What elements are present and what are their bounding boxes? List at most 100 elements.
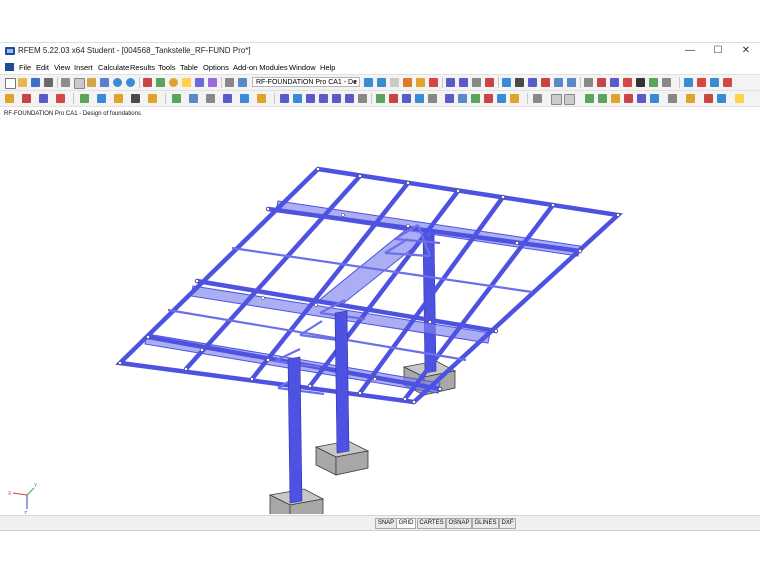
- menu-tools[interactable]: Tools: [158, 63, 176, 72]
- previous-icon[interactable]: [364, 78, 373, 87]
- move-icon[interactable]: [471, 94, 480, 103]
- export-icon[interactable]: [697, 78, 706, 87]
- save-icon[interactable]: [31, 78, 40, 87]
- structure-model[interactable]: .mem { stroke:#4e52e0; stroke-width:4.5;…: [0, 110, 760, 525]
- load-case-icon[interactable]: [97, 94, 106, 103]
- member-load-icon[interactable]: [114, 94, 123, 103]
- rotate-icon[interactable]: [528, 78, 537, 87]
- beam-bands[interactable]: [144, 200, 581, 394]
- menu-window[interactable]: Window: [289, 63, 316, 72]
- view-y-icon[interactable]: [567, 78, 576, 87]
- dimension-icon[interactable]: [257, 94, 266, 103]
- snap-icon[interactable]: [293, 94, 302, 103]
- member-icon[interactable]: [446, 78, 455, 87]
- graphic-icon-5[interactable]: [637, 94, 646, 103]
- undo-icon[interactable]: [113, 78, 122, 87]
- rotate-structure-icon[interactable]: [497, 94, 506, 103]
- print-icon[interactable]: [44, 78, 53, 87]
- menu-insert[interactable]: Insert: [74, 63, 93, 72]
- grid-icon[interactable]: [172, 94, 181, 103]
- column-1[interactable]: [287, 356, 303, 504]
- values-icon[interactable]: [416, 78, 425, 87]
- dxf-toggle[interactable]: DXF: [499, 518, 516, 529]
- structure-icon-1[interactable]: [306, 94, 315, 103]
- solid-view-icon[interactable]: [428, 94, 437, 103]
- osnap-toggle[interactable]: OSNAP: [446, 518, 472, 529]
- new-file-icon[interactable]: [5, 78, 16, 89]
- graphic-icon-6[interactable]: [650, 94, 659, 103]
- table-icon[interactable]: [225, 78, 234, 87]
- render-model-icon[interactable]: [376, 94, 385, 103]
- menu-add-on-modules[interactable]: Add-on Modules: [233, 63, 288, 72]
- warning-icon[interactable]: [597, 78, 606, 87]
- report-icon[interactable]: [208, 78, 217, 87]
- view-x-icon[interactable]: [554, 78, 563, 87]
- structure-icon-3[interactable]: [332, 94, 341, 103]
- layer-icon[interactable]: [189, 94, 198, 103]
- display-results-icon[interactable]: [403, 78, 412, 87]
- panel-icon[interactable]: [564, 94, 575, 105]
- graphic-icon-10[interactable]: [717, 94, 726, 103]
- cut-icon[interactable]: [61, 78, 70, 87]
- minimize-button[interactable]: —: [676, 43, 704, 59]
- print-graphic-icon[interactable]: [684, 78, 693, 87]
- light-bulb-icon[interactable]: [182, 78, 191, 87]
- load-icon[interactable]: [80, 94, 89, 103]
- copy-structure-icon[interactable]: [484, 94, 493, 103]
- result-view-icon[interactable]: [389, 94, 398, 103]
- align-icon[interactable]: [445, 94, 454, 103]
- graphic-icon-7[interactable]: [668, 94, 677, 103]
- surface-view-icon[interactable]: [415, 94, 424, 103]
- zoom-icon[interactable]: [502, 78, 511, 87]
- window-icon[interactable]: [551, 94, 562, 105]
- measure-icon[interactable]: [723, 78, 732, 87]
- list-icon[interactable]: [238, 78, 247, 87]
- delete-icon[interactable]: [623, 78, 632, 87]
- chevron-down-icon[interactable]: ▼: [352, 78, 358, 86]
- results-icon[interactable]: [156, 78, 165, 87]
- view-icon[interactable]: [390, 78, 399, 87]
- column-2[interactable]: [334, 310, 350, 454]
- roof-frame[interactable]: [115, 166, 623, 405]
- line-icon[interactable]: [22, 94, 31, 103]
- menu-view[interactable]: View: [54, 63, 70, 72]
- module-case-select[interactable]: RF-FOUNDATION Pro CA1 - De ▼: [252, 77, 360, 87]
- hinge-icon[interactable]: [131, 94, 140, 103]
- member-view-icon[interactable]: [402, 94, 411, 103]
- support-tool-icon[interactable]: [56, 94, 65, 103]
- menu-calculate[interactable]: Calculate: [98, 63, 129, 72]
- cartes-toggle[interactable]: CARTES: [417, 518, 446, 529]
- redo-icon[interactable]: [126, 78, 135, 87]
- graphic-icon-2[interactable]: [598, 94, 607, 103]
- structure-icon-2[interactable]: [319, 94, 328, 103]
- coordinate-icon[interactable]: [240, 94, 249, 103]
- menu-file[interactable]: File: [19, 63, 31, 72]
- render-icon[interactable]: [584, 78, 593, 87]
- check-icon[interactable]: [649, 78, 658, 87]
- document-menu-icon[interactable]: [5, 63, 14, 71]
- isometric-view-icon[interactable]: [541, 78, 550, 87]
- model-viewport[interactable]: RF-FOUNDATION Pro CA1 - Design of founda…: [0, 110, 760, 525]
- menu-options[interactable]: Options: [203, 63, 229, 72]
- structure-icon-4[interactable]: [345, 94, 354, 103]
- graphic-icon-9[interactable]: [704, 94, 713, 103]
- graphic-icon-8[interactable]: [686, 94, 695, 103]
- structure-icon-5[interactable]: [358, 94, 367, 103]
- visibility-icon[interactable]: [533, 94, 542, 103]
- calculate-icon[interactable]: [143, 78, 152, 87]
- member-tool-icon[interactable]: [39, 94, 48, 103]
- graphic-icon-4[interactable]: [624, 94, 633, 103]
- scale-icon[interactable]: [510, 94, 519, 103]
- maximize-button[interactable]: ☐: [704, 43, 732, 59]
- mirror-icon[interactable]: [458, 94, 467, 103]
- clipboard-icon[interactable]: [100, 78, 109, 87]
- menu-results[interactable]: Results: [130, 63, 155, 72]
- pan-icon[interactable]: [515, 78, 524, 87]
- filter-icon[interactable]: [610, 78, 619, 87]
- node-icon[interactable]: [5, 94, 14, 103]
- graphic-icon-3[interactable]: [611, 94, 620, 103]
- menu-help[interactable]: Help: [320, 63, 335, 72]
- open-folder-icon[interactable]: [18, 78, 27, 87]
- select-icon[interactable]: [280, 94, 289, 103]
- glines-toggle[interactable]: GLINES: [472, 518, 499, 529]
